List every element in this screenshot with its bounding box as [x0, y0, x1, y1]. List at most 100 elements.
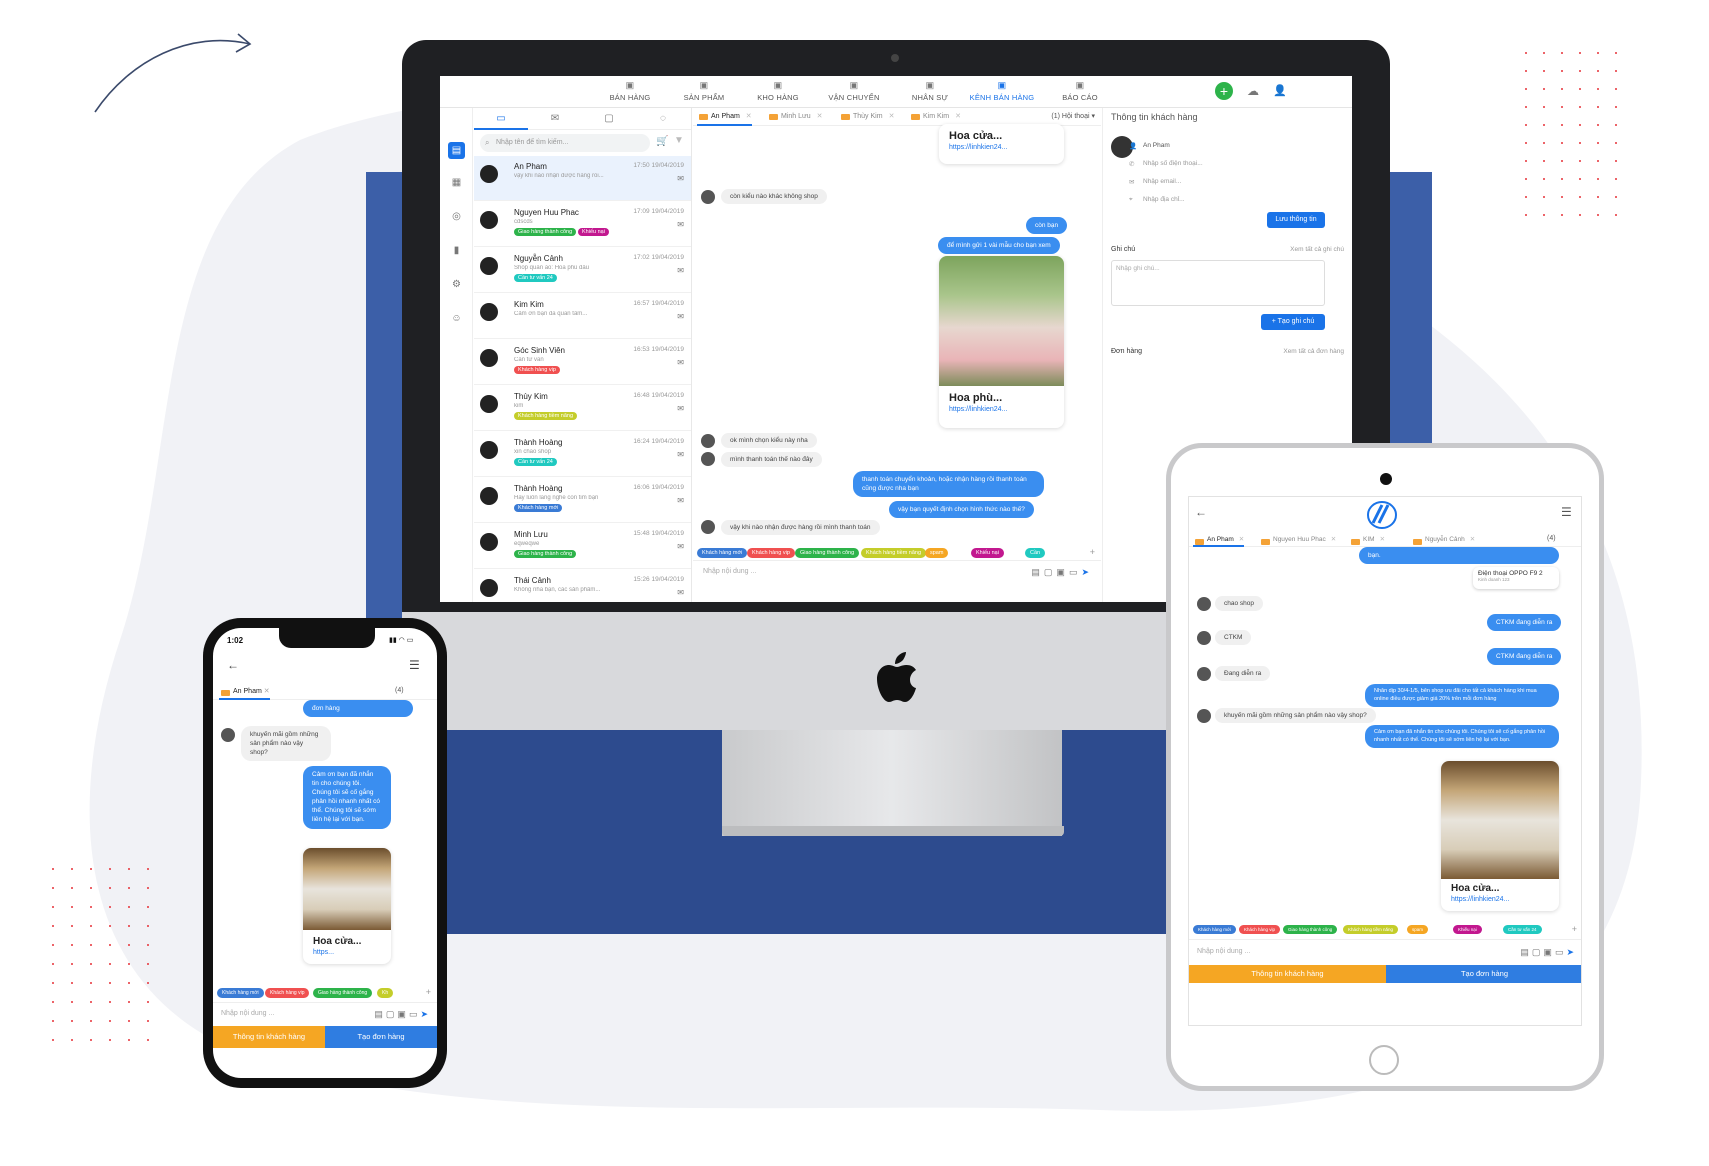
nav-item[interactable]: ▣ KÊNH BÁN HÀNG [965, 80, 1039, 102]
search-input[interactable]: ⌕ Nhập tên để tìm kiếm... [480, 134, 650, 152]
conversation-item[interactable]: Thành Hoàng 16:24 19/04/2019 xin chao shop… [474, 432, 691, 477]
close-icon[interactable]: ✕ [1470, 536, 1475, 543]
chat-icon[interactable]: ▤ [448, 142, 465, 159]
create-note-button[interactable]: + Tạo ghi chú [1261, 314, 1325, 330]
message-input[interactable]: Nhập nội dung ... ▤▢▣▭➤ [693, 560, 1101, 582]
chat-tab[interactable]: Minh Lưu ✕ [767, 108, 822, 126]
mobile-message-input[interactable]: Nhập nội dung ... ▤▢▣▭➤ [213, 1002, 437, 1024]
send-icon[interactable]: ➤ [1081, 567, 1093, 577]
customer-info-button[interactable]: Thông tin khách hàng [1189, 965, 1386, 983]
nav-item[interactable]: ▣ BÁO CÁO [1043, 80, 1117, 102]
view-all-orders-link[interactable]: Xem tất cả đơn hàng [1283, 348, 1344, 355]
view-all-notes-link[interactable]: Xem tất cả ghi chú [1290, 246, 1344, 253]
product-card[interactable]: Hoa cửa... https://linhkien24... [1441, 761, 1559, 911]
close-icon[interactable]: ✕ [817, 113, 823, 120]
nav-item[interactable]: ▣ KHO HÀNG [741, 80, 815, 102]
quick-tag[interactable]: Cần tư vấn 24 [1503, 925, 1542, 934]
back-arrow-icon[interactable]: ← [227, 658, 239, 672]
email-field[interactable]: ✉ Nhập email... [1129, 178, 1181, 186]
quick-tag[interactable]: Khiếu nại [971, 548, 1004, 558]
product-card[interactable]: Hoa cửa... https://linhkien24... [939, 124, 1064, 164]
image-icon[interactable]: ▣ [1543, 947, 1555, 957]
add-tag-icon[interactable]: + [426, 987, 431, 997]
conversation-item[interactable]: Kim Kim 16:57 19/04/2019 Cảm ơn bạn đã qua… [474, 294, 691, 339]
chat-tab[interactable]: An Pham ✕ [697, 108, 752, 126]
filter-icon[interactable]: ▼ [674, 135, 684, 146]
conversation-item[interactable]: Thành Hoàng 16:06 19/04/2019 Hãy luôn lắng… [474, 478, 691, 523]
product-card-small[interactable]: Điện thoại OPPO F9 2 Kinh doanh 123 [1473, 567, 1559, 589]
quick-tag[interactable]: Khách hàng mới [697, 548, 748, 558]
back-arrow-icon[interactable]: ← [1195, 505, 1207, 519]
send-icon[interactable]: ➤ [1566, 947, 1577, 957]
product-link[interactable]: https... [313, 949, 381, 956]
chat-tab[interactable]: KIM ✕ [1349, 533, 1385, 547]
comment-icon[interactable]: ▢ [1532, 947, 1544, 957]
create-order-button[interactable]: Tạo đơn hàng [325, 1026, 437, 1048]
image-icon[interactable]: ▣ [1056, 567, 1069, 577]
tab-comments[interactable]: ▢ [582, 108, 636, 130]
nav-item[interactable]: ▣ VẬN CHUYỂN [817, 80, 891, 102]
chat-tab[interactable]: Nguyen Huu Phac ✕ [1259, 533, 1336, 547]
user-profile-icon[interactable]: 👤 [1273, 84, 1287, 98]
product-card[interactable]: Hoa cửa... https... [303, 848, 391, 964]
folder-icon[interactable]: ▭ [409, 1009, 421, 1019]
quick-tag[interactable]: Cần [1025, 548, 1046, 558]
menu-icon[interactable]: ☰ [409, 658, 420, 672]
add-icon[interactable]: + [1215, 82, 1233, 100]
tab-inbox[interactable]: ▭ [474, 108, 528, 130]
quick-tag[interactable]: Khách hàng vip [747, 548, 795, 558]
quick-reply-icon[interactable]: ▤ [1031, 567, 1044, 577]
quick-reply-icon[interactable]: ▤ [1520, 947, 1532, 957]
cart-filter-icon[interactable]: 🛒 [656, 136, 668, 147]
phone-field[interactable]: ✆ Nhập số điện thoại... [1129, 160, 1203, 168]
quick-tag[interactable]: Giao hàng thành công [795, 548, 860, 558]
quick-tag[interactable]: Khiếu nại [1453, 925, 1482, 934]
image-icon[interactable]: ▣ [397, 1009, 409, 1019]
tab-an-pham[interactable]: An Pham ✕ [219, 684, 270, 700]
folder-icon[interactable]: ▭ [1555, 947, 1567, 957]
create-order-button[interactable]: Tạo đơn hàng [1386, 965, 1581, 983]
close-icon[interactable]: ✕ [1239, 536, 1244, 543]
product-link[interactable]: https://linhkien24... [949, 406, 1054, 413]
folder-icon[interactable]: ▭ [1069, 567, 1082, 577]
nav-item[interactable]: ▣ NHÂN SỰ [893, 80, 967, 102]
smile-icon[interactable]: ☺ [448, 310, 465, 327]
bar-chart-icon[interactable]: ▮ [448, 242, 465, 259]
quick-tag[interactable]: Giao hàng thành công [1283, 925, 1338, 934]
quick-tag[interactable]: spam [1407, 925, 1429, 934]
quick-tag[interactable]: Kh [377, 988, 394, 998]
chat-tab[interactable]: Thùy Kim ✕ [839, 108, 894, 126]
comment-icon[interactable]: ▢ [386, 1009, 398, 1019]
tab-mail[interactable]: ✉ [528, 108, 582, 130]
address-field[interactable]: ⌖ Nhập địa chỉ... [1129, 196, 1185, 203]
quick-tag[interactable]: Khách hàng vip [1239, 925, 1281, 934]
close-icon[interactable]: ✕ [1331, 536, 1336, 543]
conversation-item[interactable]: Nguyen Huu Phac 17:09 19/04/2019 cdscds ✉ Gi… [474, 202, 691, 247]
quick-tag[interactable]: Khách hàng tiềm năng [1343, 925, 1399, 934]
close-icon[interactable]: ✕ [889, 113, 895, 120]
book-icon[interactable]: ▦ [448, 174, 465, 191]
conversation-item[interactable]: Nguyễn Cảnh 17:02 19/04/2019 Shop quần áo:… [474, 248, 691, 293]
conversation-item[interactable]: An Pham 17:50 19/04/2019 vậy khi nào nhận … [474, 156, 691, 201]
settings-icon[interactable]: ⚙ [448, 276, 465, 293]
conversation-item[interactable]: Góc Sinh Viên 16:53 19/04/2019 Cần tư vấn ✉… [474, 340, 691, 385]
close-icon[interactable]: ✕ [1380, 536, 1385, 543]
menu-icon[interactable]: ☰ [1561, 505, 1572, 519]
quick-reply-icon[interactable]: ▤ [374, 1009, 386, 1019]
add-tag-icon[interactable]: + [1090, 547, 1095, 557]
nav-item[interactable]: ▣ SẢN PHẨM [667, 80, 741, 102]
chat-tab[interactable]: An Pham ✕ [1193, 533, 1245, 547]
product-link[interactable]: https://linhkien24... [949, 144, 1054, 151]
save-info-button[interactable]: Lưu thông tin [1267, 212, 1325, 228]
close-icon[interactable]: ✕ [955, 113, 961, 120]
close-icon[interactable]: ✕ [746, 113, 752, 120]
tab-hidden[interactable]: ◌ [636, 108, 690, 130]
nav-item[interactable]: ▣ BÁN HÀNG [593, 80, 667, 102]
note-textarea[interactable]: Nhập ghi chú... [1111, 260, 1325, 306]
chat-tab[interactable]: Nguyễn Cảnh ✕ [1411, 533, 1475, 547]
send-icon[interactable]: ➤ [420, 1009, 431, 1019]
tablet-message-input[interactable]: Nhập nội dung ... ▤▢▣▭➤ [1189, 939, 1581, 963]
quick-tag[interactable]: Giao hàng thành công [313, 988, 373, 998]
quick-tag[interactable]: Khách hàng mới [1193, 925, 1236, 934]
conversation-item[interactable]: Thùy Kim 16:48 19/04/2019 kim ✉ Khách hàng t… [474, 386, 691, 431]
